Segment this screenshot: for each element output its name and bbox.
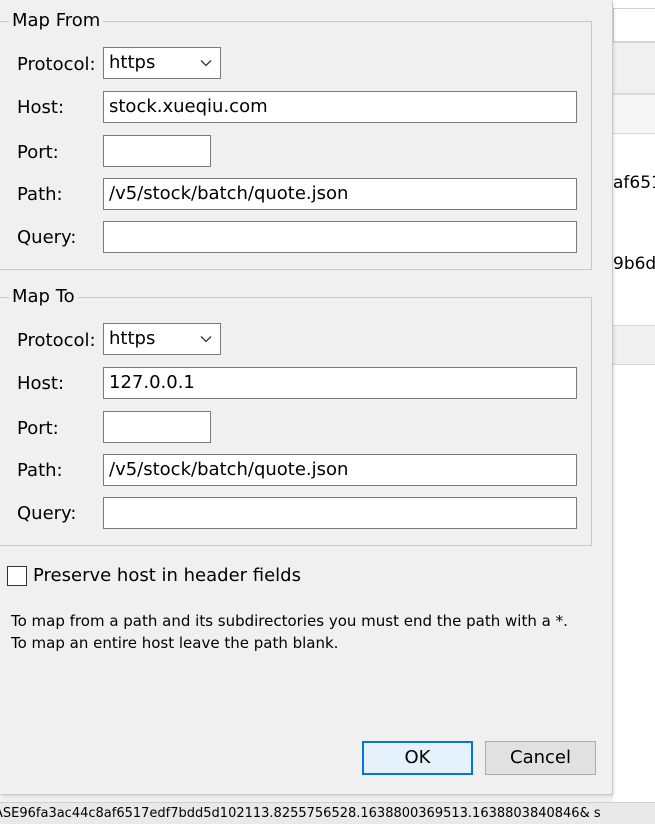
from-path-label: Path:	[17, 184, 63, 205]
background-tab-strip	[613, 94, 655, 134]
to-path-label: Path:	[17, 460, 63, 481]
from-protocol-label: Protocol:	[17, 54, 96, 75]
to-protocol-label: Protocol:	[17, 330, 96, 351]
background-toolbar	[613, 42, 655, 94]
background-text-fragment: 9b6d	[613, 254, 655, 274]
to-host-label: Host:	[17, 373, 65, 394]
chevron-down-icon	[200, 60, 212, 67]
help-text: To map from a path and its subdirectorie…	[11, 612, 568, 652]
to-path-input[interactable]: /v5/stock/batch/quote.json	[103, 454, 577, 486]
background-section-header	[613, 325, 655, 365]
to-protocol-value: https	[109, 328, 156, 349]
from-port-label: Port:	[17, 142, 59, 163]
from-path-input[interactable]: /v5/stock/batch/quote.json	[103, 178, 577, 210]
to-port-label: Port:	[17, 418, 59, 439]
map-to-title: Map To	[9, 286, 78, 308]
to-query-label: Query:	[17, 503, 77, 524]
from-protocol-select[interactable]: https	[103, 47, 221, 79]
chevron-down-icon	[200, 336, 212, 343]
to-port-input[interactable]	[103, 411, 211, 443]
edit-mapping-dialog: Map From Protocol: https Host: stock.xue…	[0, 0, 612, 794]
from-query-input[interactable]	[103, 221, 577, 253]
to-protocol-select[interactable]: https	[103, 323, 221, 355]
background-status-bar: ASE96fa3ac44c8af6517edf7bdd5d102113.8255…	[0, 802, 655, 824]
ok-button[interactable]: OK	[362, 741, 473, 775]
from-protocol-value: https	[109, 52, 156, 73]
from-query-label: Query:	[17, 227, 77, 248]
preserve-host-checkbox[interactable]	[7, 566, 27, 586]
from-host-input[interactable]: stock.xueqiu.com	[103, 91, 577, 123]
background-input	[613, 8, 655, 42]
to-host-input[interactable]: 127.0.0.1	[103, 367, 577, 399]
map-from-title: Map From	[9, 10, 104, 32]
background-status-text: ASE96fa3ac44c8af6517edf7bdd5d102113.8255…	[0, 806, 601, 821]
from-host-label: Host:	[17, 97, 65, 118]
cancel-button[interactable]: Cancel	[485, 741, 596, 775]
background-text-fragment: af651	[613, 173, 655, 193]
to-query-input[interactable]	[103, 497, 577, 529]
preserve-host-label[interactable]: Preserve host in header fields	[33, 565, 301, 587]
from-port-input[interactable]	[103, 135, 211, 167]
